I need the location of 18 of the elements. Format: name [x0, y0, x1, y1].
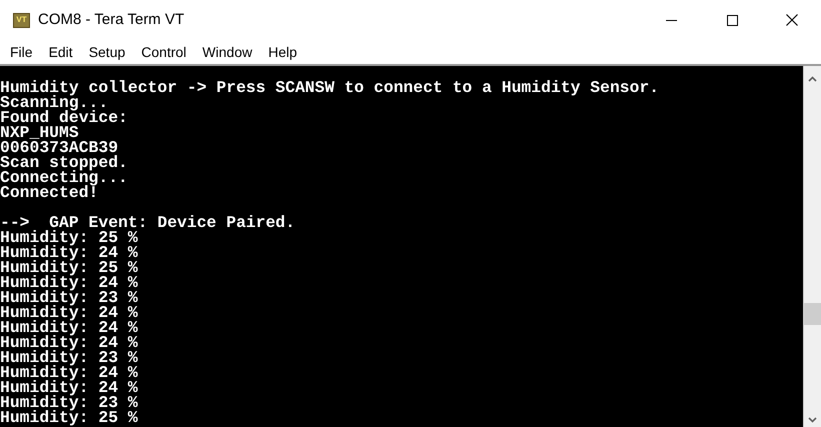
terminal-line: NXP_HUMS: [0, 123, 79, 142]
maximize-icon[interactable]: [727, 14, 738, 26]
window-title: COM8 - Tera Term VT: [38, 10, 184, 30]
menu-item[interactable]: Window: [199, 42, 256, 62]
menu-item[interactable]: Help: [265, 42, 300, 62]
scroll-thumb[interactable]: [804, 303, 821, 325]
app-icon: VT: [13, 12, 30, 28]
scrollbar[interactable]: [803, 66, 821, 427]
menu-item[interactable]: Edit: [46, 42, 76, 62]
scroll-down-icon[interactable]: [808, 417, 817, 423]
scroll-up-icon[interactable]: [808, 76, 817, 82]
menu-item[interactable]: Control: [138, 42, 190, 62]
menu-item[interactable]: Setup: [86, 42, 128, 62]
terminal-line: Humidity collector -> Press SCANSW to connect to a Humidity Sensor.: [0, 78, 660, 97]
terminal-line: Scan stopped.: [0, 153, 128, 172]
menu-item[interactable]: File: [7, 42, 36, 62]
terminal-line: Humidity: 25 %: [0, 228, 138, 247]
close-icon[interactable]: [786, 14, 798, 26]
